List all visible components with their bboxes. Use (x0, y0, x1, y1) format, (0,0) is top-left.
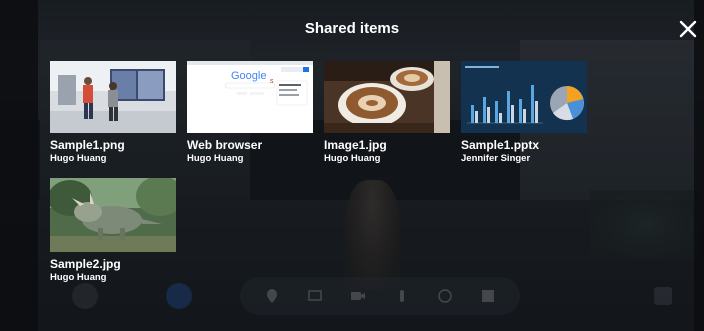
close-icon[interactable] (676, 17, 700, 41)
item-name: Web browser (187, 138, 263, 152)
item-name: Sample1.png (50, 138, 125, 152)
item-name: Sample1.pptx (461, 138, 540, 152)
item-name: Sample2.jpg (50, 257, 121, 271)
shared-item-sample2-jpg[interactable]: Sample2.jpg Hugo Huang (50, 178, 176, 283)
shared-item-web-browser[interactable]: Google s Web browser Hugo Huang (187, 61, 313, 164)
svg-text:s: s (270, 78, 274, 85)
right-edge-shade (694, 0, 704, 331)
thumbnail (461, 61, 587, 133)
item-owner: Hugo Huang (324, 153, 381, 164)
shared-item-image1-jpg[interactable]: Image1.jpg Hugo Huang (324, 61, 450, 164)
item-owner: Jennifer Singer (461, 153, 531, 164)
google-logo: Google (231, 70, 266, 82)
page-title: Shared items (304, 20, 400, 37)
item-owner: Hugo Huang (50, 153, 107, 164)
item-owner: Hugo Huang (50, 272, 107, 283)
thumbnail (324, 61, 450, 133)
thumbnail (50, 178, 176, 252)
thumbnail: Google s (187, 61, 313, 133)
shared-item-sample1-pptx[interactable]: Sample1.pptx Jennifer Singer (461, 61, 587, 164)
item-owner: Hugo Huang (187, 153, 244, 164)
item-name: Image1.jpg (324, 138, 387, 152)
left-edge-shade (0, 0, 38, 331)
shared-item-sample1-png[interactable]: Sample1.png Hugo Huang (50, 61, 176, 164)
thumbnail (50, 61, 176, 133)
